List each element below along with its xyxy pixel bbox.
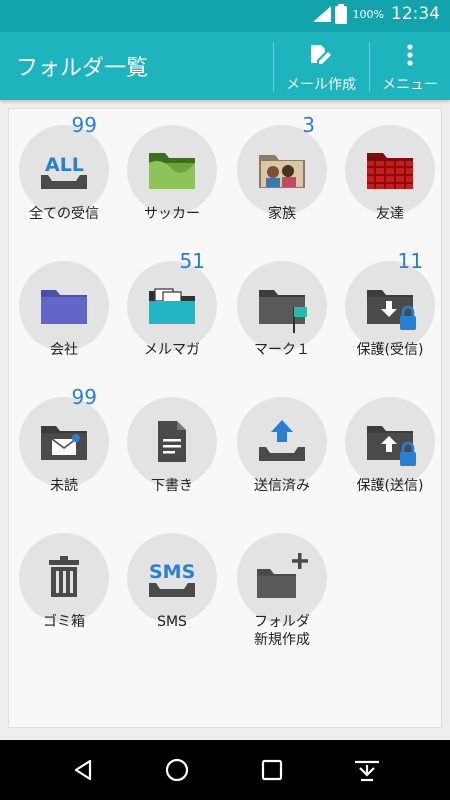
flag-folder-icon	[259, 290, 307, 333]
folder-icon-circle	[237, 261, 327, 351]
compose-pen-icon	[311, 45, 331, 64]
folder-icon-circle	[345, 125, 435, 215]
folder-label: 友達	[376, 206, 404, 222]
folder-all-inbox[interactable]: ALL 99 全ての受信	[9, 109, 119, 235]
folder-icon-circle: ALL	[19, 125, 109, 215]
folder-mark1[interactable]: マーク１	[227, 245, 337, 371]
navigation-bar	[0, 740, 450, 800]
photo-folder-icon	[259, 155, 305, 188]
folder-drafts[interactable]: 下書き	[117, 381, 227, 507]
more-vert-icon	[407, 44, 413, 66]
folder-icon-circle	[345, 261, 435, 351]
add-folder-icon	[257, 553, 308, 598]
folder-label: メルマガ	[144, 342, 200, 358]
protected-sent-icon	[367, 426, 416, 466]
folder-label: 保護(送信)	[356, 478, 424, 494]
folder-icon-circle	[19, 397, 109, 487]
folder-mail-magazine[interactable]: 51 メルマガ	[117, 245, 227, 371]
folder-protected-inbox[interactable]: 11 保護(受信)	[335, 245, 445, 371]
compose-mail-button[interactable]: メール作成	[278, 32, 364, 100]
all-badge-text: ALL	[45, 154, 84, 176]
all-inbox-icon: ALL	[41, 154, 87, 189]
page-title: フォルダ一覧	[16, 56, 149, 81]
menu-label: メニュー	[382, 77, 438, 93]
folder-label: 送信済み	[254, 478, 310, 494]
folder-unread[interactable]: 99 未読	[9, 381, 119, 507]
home-icon	[165, 758, 189, 782]
folder-icon-circle	[237, 397, 327, 487]
folder-with-mail-icon	[149, 288, 195, 324]
battery-percent: 100%	[352, 7, 384, 21]
folder-protected-sent[interactable]: 保護(送信)	[335, 381, 445, 507]
folder-icon-circle	[127, 397, 217, 487]
folder-label: マーク１	[254, 342, 310, 358]
menu-button[interactable]: メニュー	[372, 32, 448, 100]
recents-button[interactable]	[257, 755, 287, 785]
folder-label: フォルダ 新規作成	[227, 613, 337, 649]
folder-label: 家族	[268, 206, 296, 222]
home-button[interactable]	[162, 755, 192, 785]
folder-label: 保護(受信)	[356, 342, 424, 358]
sms-icon: SMS	[149, 561, 195, 597]
folder-sms[interactable]: SMS SMS	[117, 517, 227, 643]
folder-family[interactable]: 3 家族	[227, 109, 337, 235]
signal-icon	[312, 6, 331, 22]
unread-mail-icon	[41, 426, 87, 460]
unread-count: 11	[397, 249, 423, 273]
folder-icon-circle	[19, 533, 109, 623]
back-button[interactable]	[68, 755, 98, 785]
folder-label: 未読	[50, 478, 78, 494]
compose-mail-label: メール作成	[286, 77, 356, 93]
folder-company[interactable]: 会社	[9, 245, 119, 371]
folder-label: SMS	[157, 614, 187, 630]
folder-label: 全ての受信	[29, 206, 99, 222]
battery-icon	[334, 4, 347, 24]
sent-upload-icon	[259, 420, 305, 461]
status-icons: 100% 12:34	[312, 4, 440, 24]
divider	[273, 42, 274, 92]
folder-soccer[interactable]: サッカー	[117, 109, 227, 235]
folder-grid: ALL 99 全ての受信 サッカー 3 家族 友達 会社 51 メルマガ マーク…	[8, 108, 442, 728]
folder-friends[interactable]: 友達	[335, 109, 445, 235]
unread-count: 99	[71, 385, 97, 409]
status-bar: 100% 12:34	[0, 0, 450, 32]
folder-trash[interactable]: ゴミ箱	[9, 517, 119, 643]
back-icon	[74, 759, 92, 781]
unread-count: 51	[179, 249, 205, 273]
unread-count: 3	[302, 113, 315, 137]
folder-icon-circle	[345, 397, 435, 487]
folder-icon-circle	[127, 125, 217, 215]
folder-label: 会社	[50, 342, 78, 358]
folder-label: 下書き	[151, 478, 193, 494]
unread-count: 99	[71, 113, 97, 137]
folder-icon-circle	[127, 261, 217, 351]
folder-icon-circle	[237, 533, 327, 623]
trash-icon	[49, 556, 79, 597]
create-new-folder-button[interactable]: フォルダ 新規作成	[227, 517, 337, 648]
clock: 12:34	[391, 4, 440, 24]
protected-inbox-icon	[367, 290, 416, 330]
notification-down-icon	[355, 760, 379, 782]
divider	[369, 42, 370, 92]
folder-label: ゴミ箱	[43, 614, 85, 630]
folder-sent[interactable]: 送信済み	[227, 381, 337, 507]
sms-badge-text: SMS	[149, 561, 195, 583]
photo-folder-icon	[149, 153, 195, 189]
folder-label-line2: 新規作成	[254, 632, 310, 648]
app-bar: フォルダ一覧 メール作成 メニュー	[0, 32, 450, 100]
folder-icon-circle	[237, 125, 327, 215]
folder-icon	[41, 290, 87, 324]
recents-icon	[261, 759, 283, 781]
folder-icon-circle: SMS	[127, 533, 217, 623]
folder-label: サッカー	[144, 206, 200, 222]
draft-document-icon	[158, 421, 186, 462]
folder-label-line1: フォルダ	[254, 614, 310, 630]
folder-icon-circle	[19, 261, 109, 351]
notification-panel-button[interactable]	[352, 755, 382, 785]
photo-folder-icon	[367, 153, 413, 189]
